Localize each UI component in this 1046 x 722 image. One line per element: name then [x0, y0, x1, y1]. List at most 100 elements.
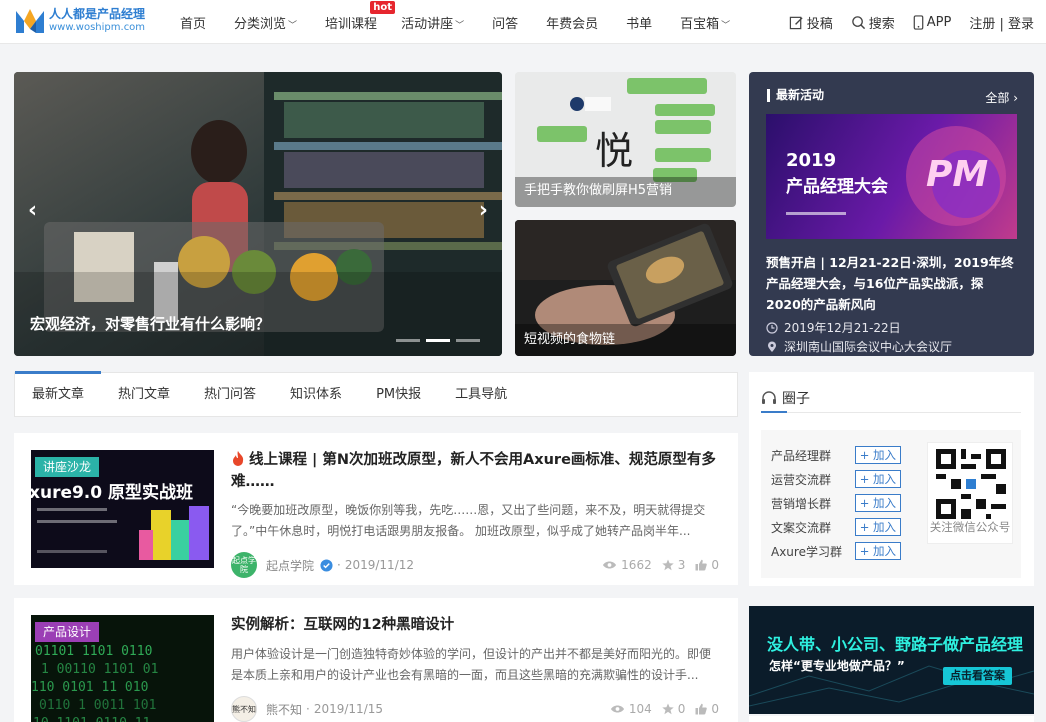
group-name: Axure学习群: [771, 544, 842, 559]
nav-item-qa[interactable]: 问答: [492, 13, 518, 32]
nav-item-categories[interactable]: 分类浏览 ﹀: [234, 13, 297, 32]
tab-tools[interactable]: 工具导航: [455, 372, 507, 417]
phone-icon: [913, 14, 924, 30]
nav-item-events[interactable]: 活动讲座 ﹀: [401, 13, 464, 32]
join-button[interactable]: + 加入: [854, 446, 901, 464]
activity-location: 深圳南山国际会议中心大会议厅: [766, 338, 952, 355]
author-name[interactable]: 熊不知: [266, 701, 302, 718]
avatar[interactable]: 起点学院: [231, 552, 257, 578]
author-name[interactable]: 起点学院: [266, 557, 314, 574]
activity-title[interactable]: 预售开启 | 12月21-22日·深圳，2019年终产品经理大会，与16位产品实…: [766, 252, 1018, 315]
feature-tile-shortvideo[interactable]: 短视频的食物链: [515, 220, 736, 356]
nav-item-home[interactable]: 首页: [180, 13, 206, 32]
search-icon: [851, 15, 865, 29]
views-count: 1662: [621, 558, 652, 572]
tab-hot-qa[interactable]: 热门问答: [204, 372, 256, 417]
svg-text:10 1101 0110 11: 10 1101 0110 11: [33, 716, 150, 722]
app-button[interactable]: APP: [913, 14, 951, 30]
join-button[interactable]: + 加入: [854, 518, 901, 536]
chevron-right-icon: ›: [1009, 91, 1018, 105]
carousel-dot[interactable]: [456, 339, 480, 342]
thumbs-up-icon: [695, 703, 708, 715]
header-tools: 投稿 搜索 APP 注册 | 登录: [771, 0, 1034, 44]
activity-heading: 最新活动: [767, 89, 824, 102]
edit-icon: [789, 16, 803, 29]
article-title-text: 实例解析：互联网的12种黑暗设计: [231, 617, 455, 633]
activity-date: 2019年12月21-22日: [766, 319, 901, 336]
circles-heading: 圈子: [761, 384, 1021, 413]
nav-label: 问答: [492, 16, 519, 32]
likes-count: 0: [711, 558, 719, 572]
carousel-dot-active[interactable]: [426, 339, 450, 342]
views-stat: 1662: [602, 558, 652, 572]
join-button[interactable]: + 加入: [854, 494, 901, 512]
nav-label: 首页: [180, 16, 207, 32]
circles-widget: 圈子 产品经理群 + 加入 运营交流群 + 加入 营销增长群 + 加入 文案交流群 + …: [749, 372, 1034, 586]
banner-year: 2019: [786, 150, 837, 171]
activity-banner[interactable]: 2019 产品经理大会 PM: [766, 114, 1017, 239]
group-row: Axure学习群 + 加入: [771, 542, 901, 560]
search-button[interactable]: 搜索: [851, 13, 895, 32]
nav-label: 培训课程: [325, 16, 378, 32]
article-excerpt: “今晚要加班改原型，晚饭你别等我，先吃……恩，又出了些问题，来不及，明天就得提交…: [231, 503, 706, 538]
stars-stat[interactable]: 0: [662, 702, 685, 716]
clock-icon: [766, 321, 778, 334]
wechat-qr-card[interactable]: 关注微信公众号: [927, 442, 1013, 544]
article-title-text: 线上课程 | 第N次加班改原型，新人不会用Axure画标准、规范原型有多难……: [231, 452, 716, 490]
tab-hot-articles[interactable]: 热门文章: [118, 372, 170, 417]
separator-dot: ·: [337, 558, 341, 572]
activity-more-link[interactable]: 全部 ›: [985, 89, 1018, 106]
group-name: 产品经理群: [771, 448, 832, 463]
tab-latest[interactable]: 最新文章: [14, 371, 102, 417]
latest-activity-card: 最新活动 全部 › 2019 产品经理大会 PM 预售开启 | 12月21-22…: [749, 72, 1034, 356]
views-stat: 104: [610, 702, 652, 716]
eye-icon: [610, 705, 624, 713]
nav-label: 年费会员: [546, 16, 599, 32]
carousel-next-icon[interactable]: ›: [479, 198, 488, 223]
nav-item-courses[interactable]: 培训课程 hot: [325, 0, 396, 32]
stars-stat[interactable]: 3: [662, 558, 685, 572]
category-badge[interactable]: 讲座沙龙: [35, 457, 100, 477]
nav-item-toolbox[interactable]: 百宝箱 ﹀: [680, 13, 730, 32]
logo-url: www.woshipm.com: [49, 22, 146, 33]
svg-text:01101 1101 0110: 01101 1101 0110: [35, 644, 152, 659]
location-pin-icon: [768, 341, 776, 352]
join-button[interactable]: + 加入: [854, 470, 901, 488]
carousel-prev-icon[interactable]: ‹: [28, 198, 37, 223]
tab-knowledge[interactable]: 知识体系: [290, 372, 342, 417]
search-label: 搜索: [868, 16, 895, 32]
article-thumbnail[interactable]: xure9.0 原型实战班 讲座沙龙: [31, 450, 214, 568]
category-badge[interactable]: 产品设计: [35, 622, 100, 642]
fire-icon: [233, 451, 244, 466]
article-thumbnail[interactable]: 01101 1101 0110 1 00110 1101 01 110 0101…: [31, 615, 214, 722]
contribute-button[interactable]: 投稿: [789, 13, 833, 32]
hero-caption[interactable]: 宏观经济，对零售行业有什么影响？: [30, 313, 270, 334]
avatar[interactable]: 熊不知: [231, 696, 257, 722]
banner-title: 产品经理大会: [786, 177, 888, 197]
tab-pm-news[interactable]: PM快报: [376, 372, 421, 417]
promo-banner[interactable]: 没人带、小公司、野路子做产品经理 怎样“更专业地做产品？” 点击看答案: [749, 606, 1034, 714]
article-title[interactable]: 实例解析：互联网的12种黑暗设计: [231, 614, 716, 636]
article-date: 2019/11/15: [313, 702, 384, 716]
feature-tile-h5[interactable]: 悦 手把手教你做刷屏H5营销: [515, 72, 736, 207]
site-logo[interactable]: 人人都是产品经理 www.woshipm.com: [14, 4, 146, 38]
promo-subheadline: 怎样“更专业地做产品？”: [769, 659, 905, 673]
nav-item-membership[interactable]: 年费会员: [546, 13, 598, 32]
tile-caption: 手把手教你做刷屏H5营销: [524, 183, 673, 198]
auth-label[interactable]: 注册 | 登录: [969, 13, 1034, 32]
calligraphy-glyph: 悦: [595, 129, 633, 173]
star-icon: [662, 703, 674, 715]
likes-stat[interactable]: 0: [695, 558, 719, 572]
group-name: 营销增长群: [771, 496, 832, 511]
join-button[interactable]: + 加入: [854, 542, 901, 560]
site-header: 人人都是产品经理 www.woshipm.com 首页 分类浏览 ﹀ 培训课程 ho…: [0, 0, 1046, 44]
carousel-dot[interactable]: [396, 339, 420, 342]
nav-label: 书单: [626, 16, 653, 32]
hero-carousel[interactable]: ‹ › 宏观经济，对零售行业有什么影响？: [14, 72, 502, 356]
views-count: 104: [628, 702, 652, 716]
likes-stat[interactable]: 0: [695, 702, 719, 716]
nav-item-booklist[interactable]: 书单: [626, 13, 652, 32]
promo-cta-button[interactable]: 点击看答案: [943, 667, 1012, 685]
article-title[interactable]: 线上课程 | 第N次加班改原型，新人不会用Axure画标准、规范原型有多难……: [231, 449, 716, 493]
auth-links[interactable]: 注册 | 登录: [969, 13, 1034, 32]
